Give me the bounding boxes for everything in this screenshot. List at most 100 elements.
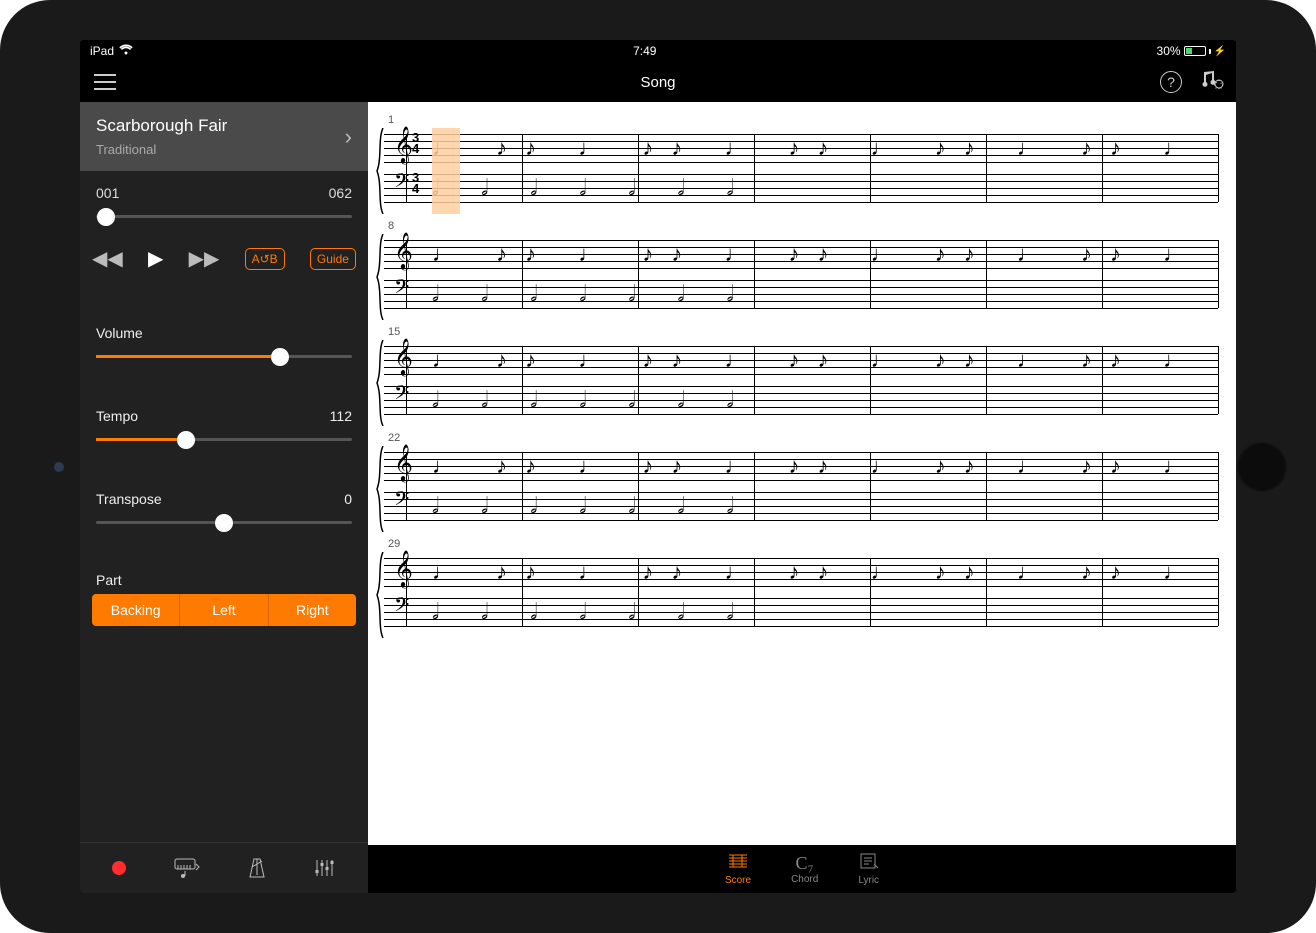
- part-right[interactable]: Right: [269, 594, 356, 626]
- record-button[interactable]: [112, 861, 126, 875]
- tab-lyric[interactable]: Lyric: [858, 852, 879, 886]
- song-title: Scarborough Fair: [96, 116, 227, 136]
- ipad-frame: iPad 7:49 30% ⚡ Song ?: [0, 0, 1316, 933]
- treble-staff: 𝄞 ♩ ♪♪ ♩ ♪♪ ♩ ♪♪ ♩ ♪♪ ♩ ♪♪ ♩ ♪♪ ♩: [384, 340, 1218, 380]
- screen: iPad 7:49 30% ⚡ Song ?: [80, 40, 1236, 893]
- staff-system: 15 𝄞 ♩ ♪♪ ♩ ♪♪ ♩ ♪♪ ♩ ♪♪ ♩ ♪♪ ♩ ♪♪ ♩𝄢𝅗𝅥 𝅗𝅥…: [376, 326, 1218, 420]
- notes: 𝅗𝅥 𝅗𝅥 𝅗𝅥 𝅗𝅥 𝅗𝅥 𝅗𝅥 𝅗𝅥: [432, 380, 1214, 420]
- part-section: Part Backing Left Right: [80, 564, 368, 638]
- volume-label: Volume: [96, 325, 143, 341]
- sidebar: Scarborough Fair Traditional › 001 062: [80, 102, 368, 893]
- tab-score-label: Score: [725, 875, 751, 886]
- measure-number: 29: [388, 538, 1218, 550]
- notes: 𝅗𝅥 𝅗𝅥 𝅗𝅥 𝅗𝅥 𝅗𝅥 𝅗𝅥 𝅗𝅥: [432, 274, 1214, 314]
- brace-icon: [376, 234, 384, 314]
- staff-system: 1 𝄞34 ♩ ♪♪ ♩ ♪♪ ♩ ♪♪ ♩ ♪♪ ♩ ♪♪ ♩ ♪♪ ♩𝄢34𝅗𝅥…: [376, 114, 1218, 208]
- sidebar-toolbar: [80, 842, 368, 893]
- transpose-value: 0: [344, 491, 352, 507]
- volume-section: Volume: [80, 315, 368, 378]
- part-backing[interactable]: Backing: [92, 594, 180, 626]
- content: 1𝄞34♩ ♪♪ ♩ ♪♪ ♩ ♪♪ ♩ ♪♪ ♩ ♪♪ ♩ ♪♪ ♩𝄢34𝅗𝅥…: [368, 102, 1236, 893]
- position-slider[interactable]: [96, 215, 352, 218]
- menu-button[interactable]: [80, 74, 130, 90]
- song-card[interactable]: Scarborough Fair Traditional ›: [80, 102, 368, 171]
- treble-clef-icon: 𝄞: [394, 446, 413, 478]
- chevron-right-icon: ›: [345, 124, 352, 150]
- bass-staff: 𝄢𝅗𝅥 𝅗𝅥 𝅗𝅥 𝅗𝅥 𝅗𝅥 𝅗𝅥 𝅗𝅥: [384, 486, 1218, 526]
- tempo-label: Tempo: [96, 408, 138, 424]
- tempo-section: Tempo 112: [80, 398, 368, 461]
- status-bar: iPad 7:49 30% ⚡: [80, 40, 1236, 62]
- tab-lyric-label: Lyric: [858, 875, 879, 886]
- bass-staff: 𝄢34𝅗𝅥 𝅗𝅥 𝅗𝅥 𝅗𝅥 𝅗𝅥 𝅗𝅥 𝅗𝅥: [384, 168, 1218, 208]
- notes: ♩ ♪♪ ♩ ♪♪ ♩ ♪♪ ♩ ♪♪ ♩ ♪♪ ♩ ♪♪ ♩: [432, 552, 1214, 592]
- settings-button[interactable]: [1200, 70, 1224, 95]
- brace-icon: [376, 552, 384, 632]
- battery-pct: 30%: [1157, 44, 1181, 58]
- notes: 𝅗𝅥 𝅗𝅥 𝅗𝅥 𝅗𝅥 𝅗𝅥 𝅗𝅥 𝅗𝅥: [432, 592, 1214, 632]
- score-view[interactable]: 1𝄞34♩ ♪♪ ♩ ♪♪ ♩ ♪♪ ♩ ♪♪ ♩ ♪♪ ♩ ♪♪ ♩𝄢34𝅗𝅥…: [368, 102, 1236, 845]
- measure-number: 15: [388, 326, 1218, 338]
- brace-icon: [376, 446, 384, 526]
- time-signature: 34: [412, 132, 419, 154]
- tab-score[interactable]: Score: [725, 852, 751, 886]
- help-button[interactable]: ?: [1160, 71, 1182, 93]
- play-button[interactable]: ▶: [148, 246, 163, 271]
- notes: ♩ ♪♪ ♩ ♪♪ ♩ ♪♪ ♩ ♪♪ ♩ ♪♪ ♩ ♪♪ ♩: [432, 340, 1214, 380]
- rewind-button[interactable]: ◀◀: [92, 246, 123, 271]
- transpose-section: Transpose 0: [80, 481, 368, 544]
- treble-clef-icon: 𝄞: [394, 340, 413, 372]
- measure-number: 1: [388, 114, 1218, 126]
- treble-clef-icon: 𝄞: [394, 552, 413, 584]
- wifi-icon: [119, 44, 133, 58]
- treble-clef-icon: 𝄞: [394, 234, 413, 266]
- song-subtitle: Traditional: [96, 142, 227, 157]
- volume-slider[interactable]: [96, 355, 352, 358]
- part-left[interactable]: Left: [180, 594, 268, 626]
- measure-number: 22: [388, 432, 1218, 444]
- transpose-slider[interactable]: [96, 521, 352, 524]
- device-label: iPad: [90, 44, 114, 58]
- forward-button[interactable]: ▶▶: [189, 246, 220, 271]
- notes: ♩ ♪♪ ♩ ♪♪ ♩ ♪♪ ♩ ♪♪ ♩ ♪♪ ♩ ♪♪ ♩: [432, 446, 1214, 486]
- tempo-value: 112: [330, 408, 352, 424]
- notes: ♩ ♪♪ ♩ ♪♪ ♩ ♪♪ ♩ ♪♪ ♩ ♪♪ ♩ ♪♪ ♩: [432, 128, 1214, 168]
- tab-chord[interactable]: C₇ Chord: [791, 854, 818, 885]
- position-total: 062: [329, 185, 352, 201]
- tab-chord-label: Chord: [791, 874, 818, 885]
- bass-staff: 𝄢𝅗𝅥 𝅗𝅥 𝅗𝅥 𝅗𝅥 𝅗𝅥 𝅗𝅥 𝅗𝅥: [384, 380, 1218, 420]
- guide-button[interactable]: Guide: [310, 248, 356, 270]
- bass-staff: 𝄢𝅗𝅥 𝅗𝅥 𝅗𝅥 𝅗𝅥 𝅗𝅥 𝅗𝅥 𝅗𝅥: [384, 274, 1218, 314]
- measure-number: 8: [388, 220, 1218, 232]
- notes: 𝅗𝅥 𝅗𝅥 𝅗𝅥 𝅗𝅥 𝅗𝅥 𝅗𝅥 𝅗𝅥: [432, 486, 1214, 526]
- transport-controls: ◀◀ ▶ ▶▶ A↺B Guide: [80, 232, 368, 285]
- part-segmented: Backing Left Right: [92, 594, 356, 626]
- position-current: 001: [96, 185, 119, 201]
- ab-repeat-button[interactable]: A↺B: [245, 248, 285, 270]
- tempo-slider[interactable]: [96, 438, 352, 441]
- hamburger-icon: [94, 74, 116, 90]
- main: Scarborough Fair Traditional › 001 062: [80, 102, 1236, 893]
- front-camera: [54, 462, 64, 472]
- clock: 7:49: [633, 44, 656, 58]
- treble-clef-icon: 𝄞: [394, 128, 413, 160]
- instrument-button[interactable]: [174, 858, 200, 878]
- notes: ♩ ♪♪ ♩ ♪♪ ♩ ♪♪ ♩ ♪♪ ♩ ♪♪ ♩ ♪♪ ♩: [432, 234, 1214, 274]
- playback-cursor: [432, 128, 460, 214]
- bass-staff: 𝄢𝅗𝅥 𝅗𝅥 𝅗𝅥 𝅗𝅥 𝅗𝅥 𝅗𝅥 𝅗𝅥: [384, 592, 1218, 632]
- staff-system: 22 𝄞 ♩ ♪♪ ♩ ♪♪ ♩ ♪♪ ♩ ♪♪ ♩ ♪♪ ♩ ♪♪ ♩𝄢𝅗𝅥 𝅗𝅥…: [376, 432, 1218, 526]
- treble-staff: 𝄞34 ♩ ♪♪ ♩ ♪♪ ♩ ♪♪ ♩ ♪♪ ♩ ♪♪ ♩ ♪♪ ♩: [384, 128, 1218, 168]
- metronome-button[interactable]: [248, 857, 266, 879]
- mixer-button[interactable]: [314, 858, 336, 878]
- brace-icon: [376, 128, 384, 208]
- chord-icon: C₇: [796, 854, 814, 872]
- treble-staff: 𝄞 ♩ ♪♪ ♩ ♪♪ ♩ ♪♪ ♩ ♪♪ ♩ ♪♪ ♩ ♪♪ ♩: [384, 552, 1218, 592]
- home-button[interactable]: [1236, 441, 1288, 493]
- staff-system: 29 𝄞 ♩ ♪♪ ♩ ♪♪ ♩ ♪♪ ♩ ♪♪ ♩ ♪♪ ♩ ♪♪ ♩𝄢𝅗𝅥 𝅗𝅥…: [376, 538, 1218, 632]
- staff-system: 8 𝄞 ♩ ♪♪ ♩ ♪♪ ♩ ♪♪ ♩ ♪♪ ♩ ♪♪ ♩ ♪♪ ♩𝄢𝅗𝅥 𝅗𝅥 …: [376, 220, 1218, 314]
- charging-icon: ⚡: [1214, 46, 1226, 57]
- part-label: Part: [92, 572, 356, 588]
- view-tabs: Score C₇ Chord Lyric: [368, 845, 1236, 893]
- app-header: Song ?: [80, 62, 1236, 102]
- battery-indicator: 30% ⚡: [1157, 44, 1226, 58]
